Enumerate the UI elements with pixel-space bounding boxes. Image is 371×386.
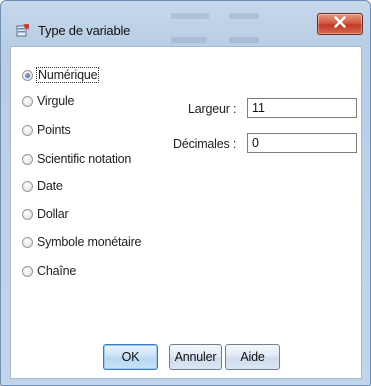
ok-button-label: OK [121, 350, 140, 364]
help-button-label: Aide [240, 350, 265, 364]
radio-button[interactable] [22, 236, 33, 248]
decimals-label: Décimales : [173, 137, 237, 151]
decimals-input[interactable]: 0 [247, 133, 357, 153]
dialog-title: Type de variable [38, 23, 131, 38]
radio-button[interactable] [22, 95, 33, 107]
radio-label: Scientific notation [37, 152, 132, 166]
radio-label: Date [37, 179, 63, 193]
cancel-button[interactable]: Annuler [169, 344, 222, 370]
radio-currency[interactable]: Symbole monétaire [22, 232, 141, 252]
radio-scientific[interactable]: Scientific notation [22, 149, 131, 169]
dialog-content: Numérique Virgule Points Scientific nota… [10, 46, 362, 379]
radio-dollar[interactable]: Dollar [22, 204, 69, 224]
close-icon [333, 15, 347, 33]
radio-label: Symbole monétaire [37, 235, 142, 249]
radio-label: Chaîne [37, 264, 77, 278]
help-button[interactable]: Aide [225, 344, 280, 370]
radio-string[interactable]: Chaîne [22, 261, 76, 281]
radio-comma[interactable]: Virgule [22, 91, 74, 111]
close-button[interactable] [317, 13, 363, 35]
radio-button[interactable] [22, 124, 33, 136]
spss-variable-icon [16, 23, 30, 37]
width-input[interactable]: 11 [247, 98, 357, 118]
radio-button[interactable] [22, 265, 33, 277]
radio-label: Dollar [37, 207, 69, 221]
radio-button[interactable] [22, 180, 33, 192]
radio-button[interactable] [22, 69, 33, 81]
cancel-button-label: Annuler [174, 350, 217, 364]
radio-label: Points [37, 123, 71, 137]
radio-button[interactable] [22, 208, 33, 220]
width-label: Largeur : [188, 102, 237, 116]
radio-numeric[interactable]: Numérique [22, 65, 100, 85]
radio-label: Virgule [37, 94, 75, 108]
ok-button[interactable]: OK [103, 344, 158, 370]
radio-label: Numérique [35, 67, 100, 83]
variable-type-dialog: Type de variable Numérique Virgule Point… [0, 0, 371, 386]
title-bar: Type de variable [1, 1, 370, 41]
radio-date[interactable]: Date [22, 176, 63, 196]
radio-dot[interactable]: Points [22, 120, 71, 140]
radio-button[interactable] [22, 153, 33, 165]
